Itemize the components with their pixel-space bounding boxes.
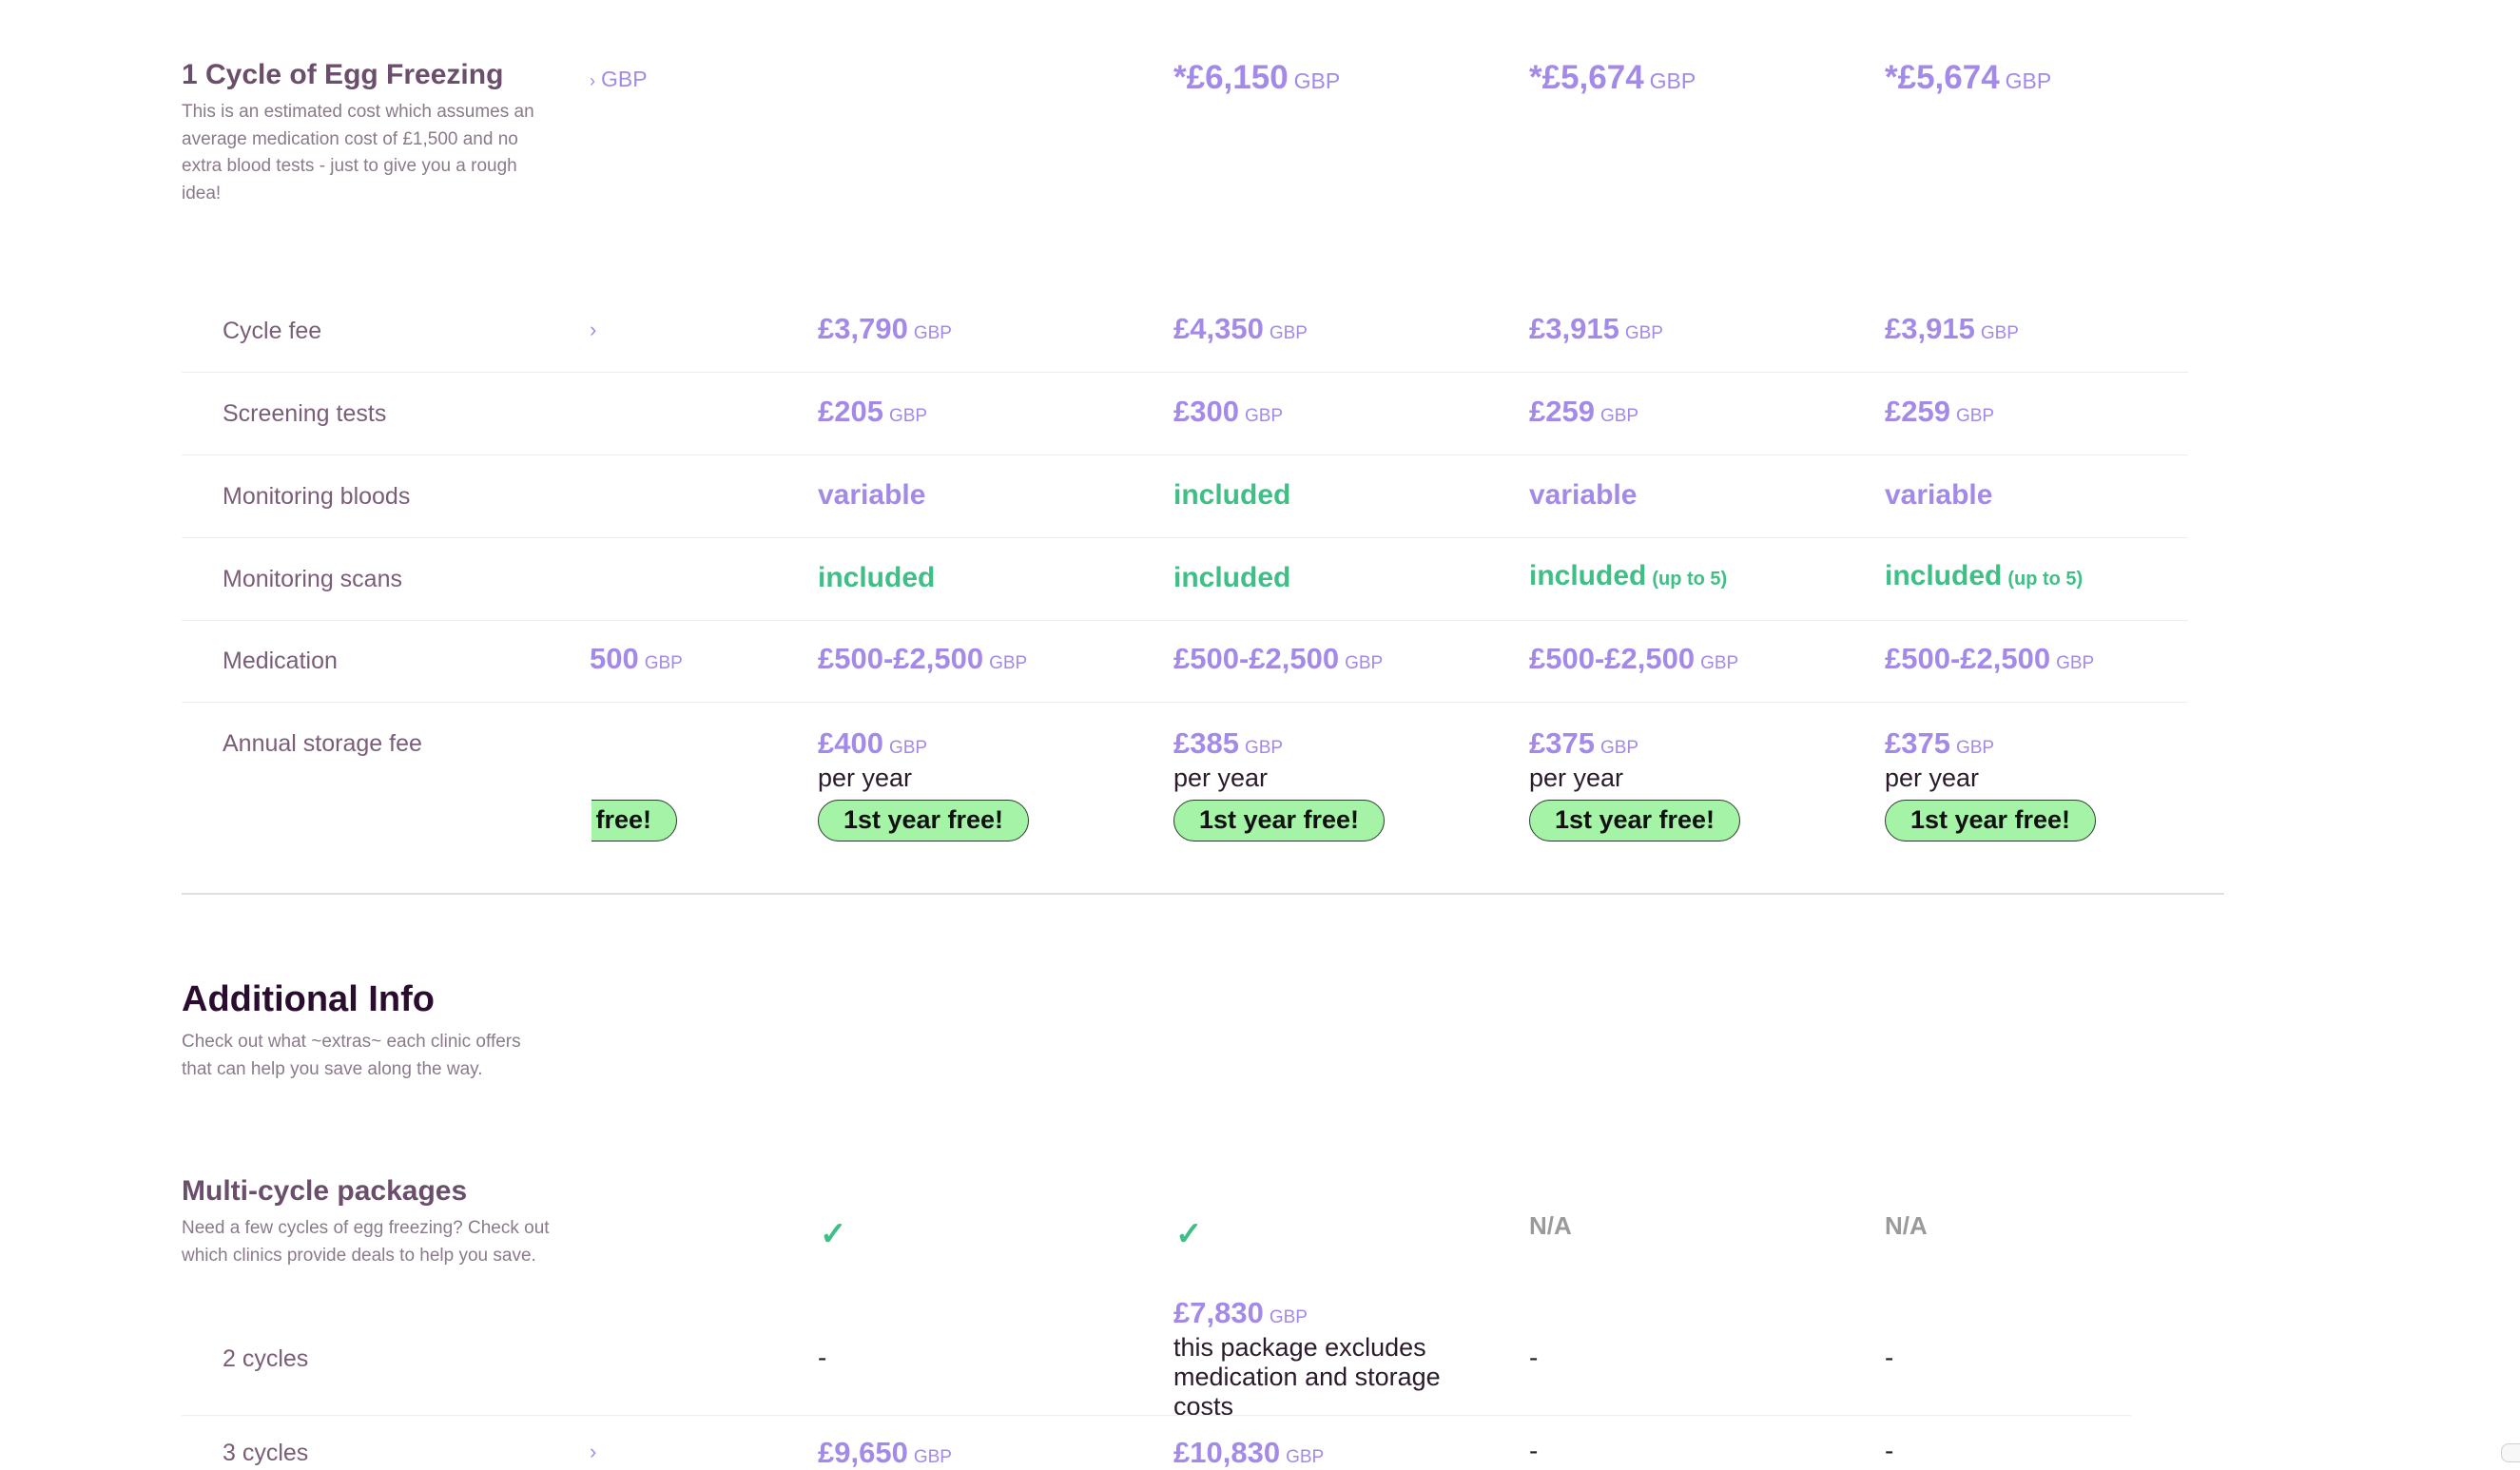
first-year-free-badge-col3: 1st year free! bbox=[1529, 800, 1740, 841]
two-cycles-col1: - bbox=[818, 1343, 827, 1372]
storage-col3: £375 GBP bbox=[1529, 726, 1639, 760]
medication-col1: £500-£2,500 GBP bbox=[818, 642, 1028, 675]
row-divider bbox=[182, 1415, 2131, 1416]
check-icon: ✓ bbox=[820, 1216, 847, 1252]
first-year-free-badge-col4: 1st year free! bbox=[1885, 800, 2096, 841]
three-cycles-col1: £9,650 GBP bbox=[818, 1436, 952, 1469]
two-cycles-col2-note: this package excludes medication and sto… bbox=[1173, 1333, 1441, 1421]
storage-badge-partial-col0: 1st year free! bbox=[591, 800, 677, 845]
storage-col1: £400 GBP bbox=[818, 726, 928, 760]
monitoring-bloods-col1: variable bbox=[818, 479, 926, 511]
monitoring-scans-col4: included (up to 5) bbox=[1885, 560, 2084, 591]
monitoring-bloods-col2: included bbox=[1173, 479, 1291, 511]
additional-info-description: Check out what ~extras~ each clinic offe… bbox=[182, 1032, 521, 1079]
two-cycles-col2-price: £7,830 GBP bbox=[1173, 1296, 1308, 1329]
row-divider bbox=[182, 702, 2188, 703]
cycle-fee-col2: £4,350 GBP bbox=[1173, 312, 1308, 345]
egg-freezing-description: This is an estimated cost which assumes … bbox=[182, 102, 534, 203]
row-label-screening-tests: Screening tests bbox=[223, 400, 387, 427]
cycle-fee-col3: £3,915 GBP bbox=[1529, 312, 1663, 345]
storage-col2: £385 GBP bbox=[1173, 726, 1284, 760]
total-cost-col4: *£5,674 GBP bbox=[1885, 59, 2052, 96]
per-year-col4: per year bbox=[1885, 764, 1980, 792]
section-divider bbox=[182, 893, 2224, 895]
multi-cycle-na-col4: N/A bbox=[1885, 1211, 1928, 1240]
row-divider bbox=[182, 537, 2188, 538]
row-label-monitoring-scans: Monitoring scans bbox=[223, 566, 402, 592]
partial-chevron: › bbox=[590, 318, 597, 341]
total-cost-col3: *£5,674 GBP bbox=[1529, 59, 1696, 96]
medication-partial-col0: 500 GBP bbox=[590, 642, 683, 675]
row-label-medication: Medication bbox=[223, 648, 338, 674]
cycle-fee-col1: £3,790 GBP bbox=[818, 312, 952, 345]
multi-cycle-na-col3: N/A bbox=[1529, 1211, 1572, 1240]
three-cycles-col2: £10,830 GBP bbox=[1173, 1436, 1325, 1469]
row-divider bbox=[182, 620, 2188, 621]
multi-cycle-title: Multi-cycle packages bbox=[182, 1175, 468, 1207]
monitoring-scans-col1: included bbox=[818, 562, 936, 593]
row-divider bbox=[182, 372, 2188, 373]
multi-cycle-description: Need a few cycles of egg freezing? Check… bbox=[182, 1218, 550, 1266]
total-partial-col0: › GBP bbox=[590, 67, 648, 91]
medication-col4: £500-£2,500 GBP bbox=[1885, 642, 2095, 675]
first-year-free-badge-col1: 1st year free! bbox=[818, 800, 1029, 841]
screening-col2: £300 GBP bbox=[1173, 395, 1284, 428]
monitoring-bloods-col3: variable bbox=[1529, 479, 1638, 511]
scrollbar-handle[interactable] bbox=[2501, 1443, 2520, 1462]
storage-col4: £375 GBP bbox=[1885, 726, 1995, 760]
three-cycles-col4: - bbox=[1885, 1436, 1894, 1465]
per-year-col3: per year bbox=[1529, 764, 1624, 792]
per-year-col1: per year bbox=[818, 764, 913, 792]
total-cost-col2: *£6,150 GBP bbox=[1173, 59, 1341, 96]
three-cycles-col3: - bbox=[1529, 1436, 1539, 1465]
screening-col1: £205 GBP bbox=[818, 395, 928, 428]
row-label-annual-storage-fee: Annual storage fee bbox=[223, 730, 422, 757]
row-label-2-cycles: 2 cycles bbox=[223, 1345, 309, 1372]
medication-col2: £500-£2,500 GBP bbox=[1173, 642, 1384, 675]
row-label-cycle-fee: Cycle fee bbox=[223, 318, 322, 344]
two-cycles-col3: - bbox=[1529, 1343, 1539, 1372]
monitoring-bloods-col4: variable bbox=[1885, 479, 1993, 511]
screening-col4: £259 GBP bbox=[1885, 395, 1995, 428]
medication-col3: £500-£2,500 GBP bbox=[1529, 642, 1739, 675]
partial-chevron: › bbox=[590, 71, 595, 90]
row-label-monitoring-bloods: Monitoring bloods bbox=[223, 483, 411, 510]
screening-col3: £259 GBP bbox=[1529, 395, 1639, 428]
first-year-free-badge-col2: 1st year free! bbox=[1173, 800, 1385, 841]
egg-freezing-title: 1 Cycle of Egg Freezing bbox=[182, 59, 504, 90]
partial-chevron: › bbox=[590, 1440, 597, 1463]
row-label-3-cycles: 3 cycles bbox=[223, 1440, 309, 1466]
additional-info-heading: Additional Info bbox=[182, 979, 435, 1019]
monitoring-scans-col2: included bbox=[1173, 562, 1291, 593]
two-cycles-col4: - bbox=[1885, 1343, 1894, 1372]
cycle-fee-col4: £3,915 GBP bbox=[1885, 312, 2019, 345]
monitoring-scans-col3: included (up to 5) bbox=[1529, 560, 1728, 591]
check-icon: ✓ bbox=[1175, 1216, 1203, 1252]
per-year-col2: per year bbox=[1173, 764, 1269, 792]
